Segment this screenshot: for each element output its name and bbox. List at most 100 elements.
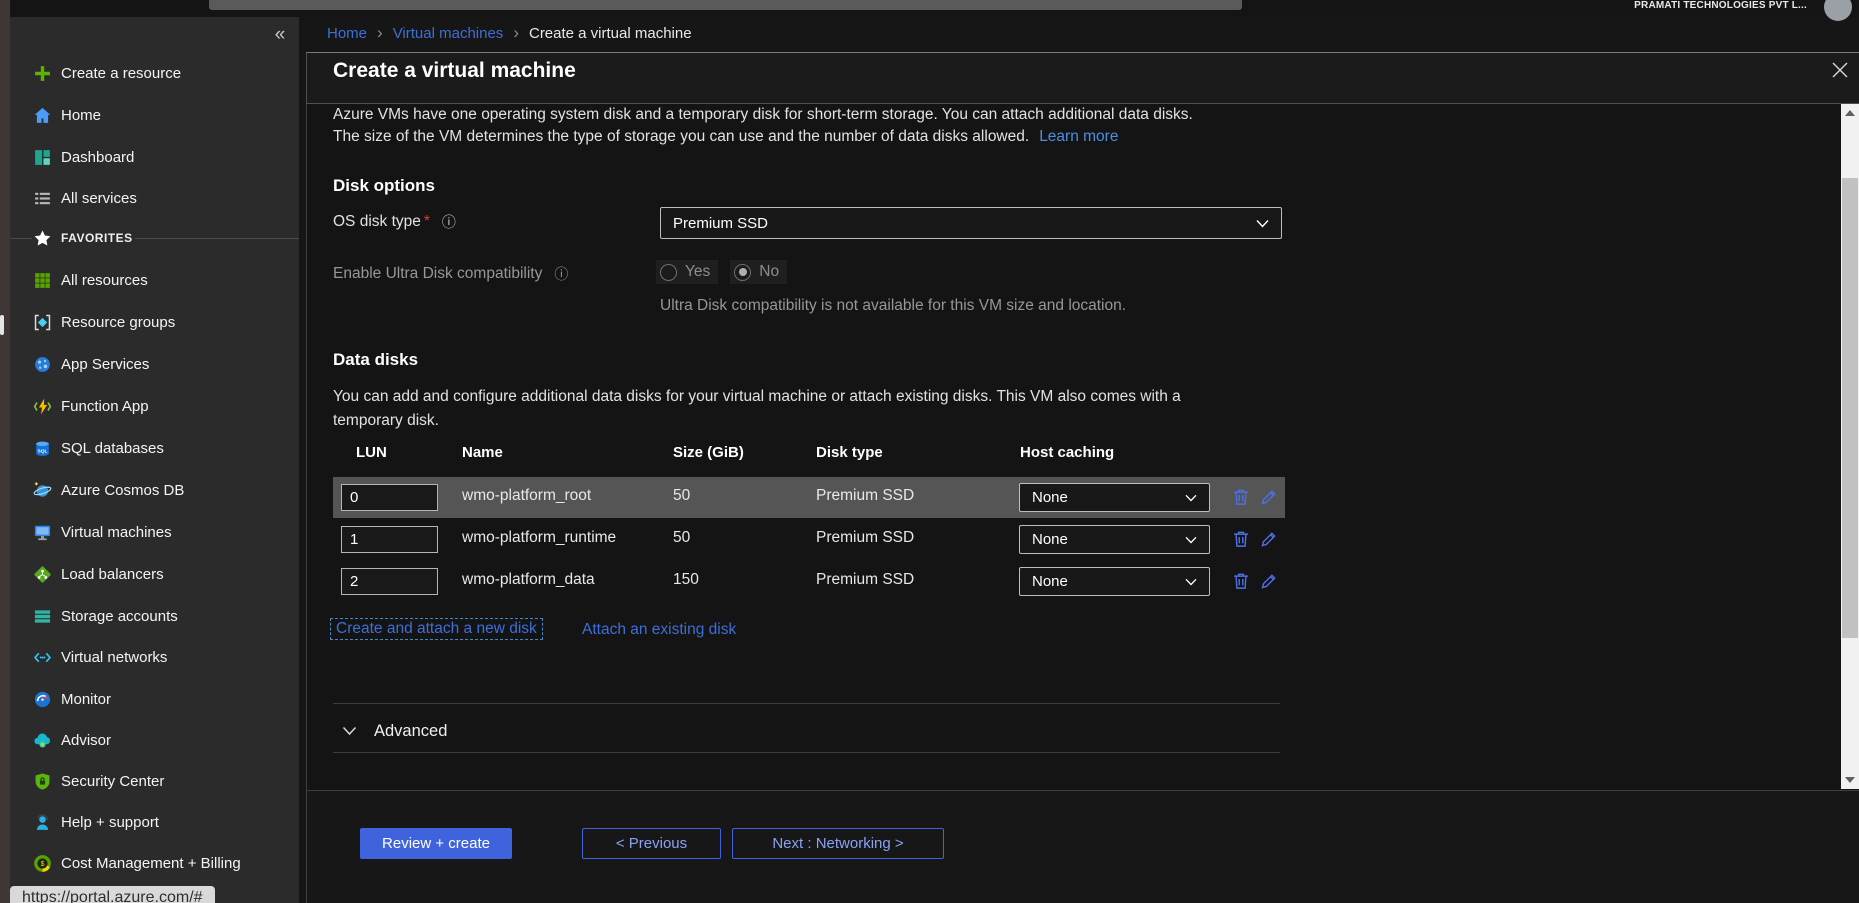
lun-input[interactable] — [341, 484, 438, 511]
divider — [333, 703, 1280, 704]
disk-type: Premium SSD — [816, 487, 914, 505]
dashboard-icon — [32, 147, 52, 167]
edit-pencil-icon[interactable] — [1259, 571, 1279, 591]
info-icon[interactable]: ⓘ — [442, 212, 456, 232]
advanced-expander[interactable]: Advanced — [342, 717, 447, 745]
next-networking-button[interactable]: Next : Networking > — [732, 828, 944, 859]
disk-size: 150 — [673, 571, 699, 589]
tenant-name[interactable]: PRAMATI TECHNOLOGIES PVT L... — [1634, 0, 1807, 12]
host-caching-dropdown[interactable]: None — [1019, 567, 1210, 596]
os-disk-type-label: OS disk type — [333, 213, 421, 231]
review-create-button[interactable]: Review + create — [360, 828, 512, 859]
window-edge — [0, 0, 10, 903]
sidebar-item-app-services[interactable]: App Services — [10, 343, 299, 385]
azure-portal-screen: PRAMATI TECHNOLOGIES PVT L... « Create a… — [0, 0, 1859, 903]
data-disk-row[interactable]: wmo-platform_runtime 50 Premium SSD None — [333, 519, 1285, 560]
sidebar-item-all-services[interactable]: All services — [10, 177, 299, 219]
breadcrumb-current: Create a virtual machine — [529, 25, 692, 42]
chevron-down-icon — [1185, 578, 1197, 586]
sidebar-item-sql-databases[interactable]: SQL SQL databases — [10, 427, 299, 469]
data-disk-row[interactable]: wmo-platform_root 50 Premium SSD None — [333, 477, 1285, 518]
data-disks-description-line2: temporary disk. — [333, 412, 439, 430]
radio-option-no[interactable]: No — [730, 260, 787, 284]
column-header-disk-type: Disk type — [816, 444, 883, 461]
info-icon[interactable]: ⓘ — [554, 264, 568, 284]
scrollbar-up-arrow[interactable] — [1845, 110, 1855, 116]
sidebar-item-home[interactable]: Home — [10, 94, 299, 136]
radio-icon-yes[interactable] — [660, 264, 677, 281]
radio-label-yes: Yes — [685, 263, 710, 281]
edit-pencil-icon[interactable] — [1259, 487, 1279, 507]
lun-input[interactable] — [341, 526, 438, 553]
sidebar-favorites-header: FAVORITES — [10, 217, 299, 259]
scrollbar-down-arrow[interactable] — [1845, 777, 1855, 783]
sidebar-item-function-app[interactable]: Function App — [10, 385, 299, 427]
disk-type: Premium SSD — [816, 529, 914, 547]
sidebar-item-cost-management-billing[interactable]: $ Cost Management + Billing — [10, 842, 299, 884]
disk-options-heading: Disk options — [333, 176, 435, 196]
advanced-label: Advanced — [374, 722, 447, 741]
sidebar-item-resource-groups[interactable]: Resource groups — [10, 301, 299, 343]
intro-text-line2-row: The size of the VM determines the type o… — [333, 128, 1118, 146]
attach-existing-disk-link[interactable]: Attach an existing disk — [582, 621, 736, 639]
sidebar-item-virtual-networks[interactable]: Virtual networks — [10, 636, 299, 678]
sidebar-item-security-center[interactable]: Security Center — [10, 760, 299, 802]
avatar[interactable] — [1824, 0, 1852, 21]
create-attach-new-disk-link[interactable]: Create and attach a new disk — [330, 618, 543, 640]
page-title: Create a virtual machine — [333, 59, 576, 83]
sidebar-item-azure-cosmos-db[interactable]: Azure Cosmos DB — [10, 469, 299, 511]
required-marker: * — [424, 213, 430, 231]
sidebar-item-all-resources[interactable]: All resources — [10, 259, 299, 301]
plus-icon — [32, 63, 52, 83]
blade-footer — [306, 790, 1859, 903]
chevron-right-icon: › — [513, 23, 519, 43]
sidebar-item-load-balancers[interactable]: Load balancers — [10, 553, 299, 595]
os-disk-type-dropdown[interactable]: Premium SSD — [660, 207, 1282, 239]
ultra-disk-radio-group: Yes No — [656, 260, 787, 284]
host-caching-value: None — [1032, 489, 1068, 506]
close-icon[interactable] — [1828, 58, 1852, 82]
breadcrumb-virtual-machines[interactable]: Virtual machines — [393, 25, 504, 42]
shield-icon — [32, 771, 52, 791]
sidebar-scroll-indicator — [0, 315, 4, 335]
lun-input[interactable] — [341, 568, 438, 595]
delete-icon[interactable] — [1231, 571, 1251, 591]
sidebar-item-create-a-resource[interactable]: Create a resource — [10, 52, 299, 94]
sidebar-item-help-support[interactable]: Help + support — [10, 801, 299, 843]
host-caching-dropdown[interactable]: None — [1019, 483, 1210, 512]
network-icon — [32, 647, 52, 667]
host-caching-dropdown[interactable]: None — [1019, 525, 1210, 554]
svg-text:$: $ — [40, 860, 44, 867]
svg-text:SQL: SQL — [37, 448, 47, 454]
data-disk-row[interactable]: wmo-platform_data 150 Premium SSD None — [333, 561, 1285, 602]
edit-pencil-icon[interactable] — [1259, 529, 1279, 549]
load-balancer-icon — [32, 564, 52, 584]
scrollbar-thumb[interactable] — [1842, 178, 1858, 638]
sidebar-item-virtual-machines[interactable]: Virtual machines — [10, 511, 299, 553]
breadcrumb-home[interactable]: Home — [327, 25, 367, 42]
cube-icon — [32, 312, 52, 332]
sidebar-item-monitor[interactable]: Monitor — [10, 678, 299, 720]
delete-icon[interactable] — [1231, 487, 1251, 507]
radio-option-yes[interactable]: Yes — [656, 260, 718, 284]
previous-button[interactable]: < Previous — [582, 828, 721, 859]
globe-icon — [32, 354, 52, 374]
column-header-name: Name — [462, 444, 503, 461]
sidebar-item-storage-accounts[interactable]: Storage accounts — [10, 595, 299, 637]
radio-icon-no-selected[interactable] — [734, 264, 751, 281]
disk-name: wmo-platform_data — [462, 571, 595, 589]
scrollbar-track[interactable] — [1841, 104, 1859, 789]
sidebar-item-dashboard[interactable]: Dashboard — [10, 136, 299, 178]
monitor-icon — [32, 522, 52, 542]
ultra-disk-note: Ultra Disk compatibility is not availabl… — [660, 297, 1126, 315]
data-disks-description-line1: You can add and configure additional dat… — [333, 388, 1181, 406]
breadcrumb: Home › Virtual machines › Create a virtu… — [327, 22, 692, 44]
learn-more-link[interactable]: Learn more — [1039, 128, 1118, 146]
ultra-disk-row-label: Enable Ultra Disk compatibility ⓘ — [333, 264, 568, 284]
os-disk-type-value: Premium SSD — [673, 215, 768, 232]
sidebar-collapse-icon[interactable]: « — [268, 24, 292, 48]
star-icon — [32, 228, 52, 248]
sidebar-item-advisor[interactable]: Advisor — [10, 719, 299, 761]
delete-icon[interactable] — [1231, 529, 1251, 549]
home-icon — [32, 105, 52, 125]
